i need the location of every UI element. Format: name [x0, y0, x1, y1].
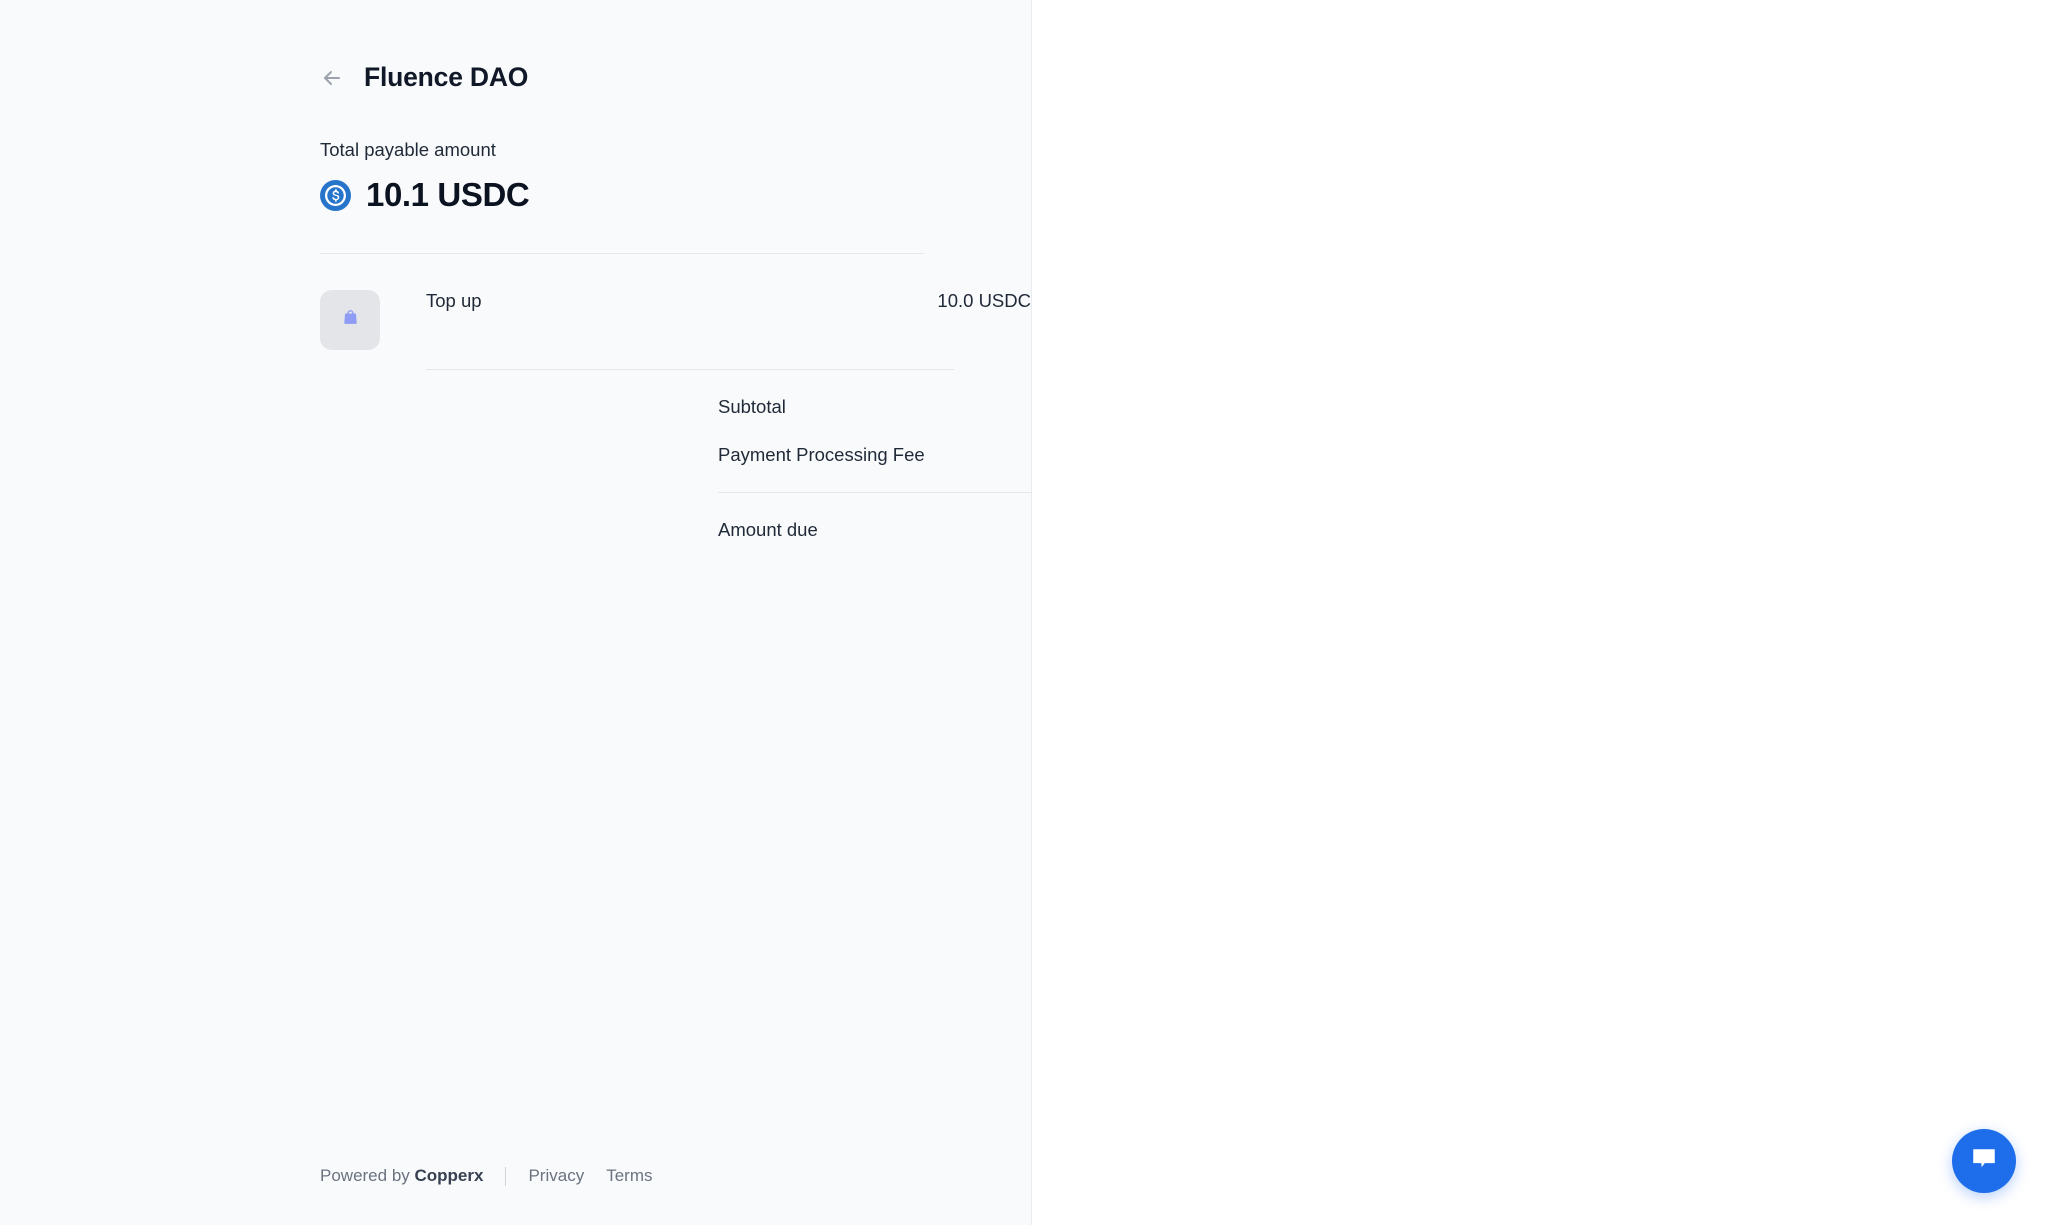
total-amount-value: 10.1 USDC	[366, 176, 529, 214]
usdc-coin-icon	[320, 180, 351, 211]
shopping-bag-icon	[341, 308, 360, 332]
line-item-thumbnail	[320, 290, 380, 350]
order-summary-panel: Fluence DAO Total payable amount 10.1 US…	[0, 0, 1032, 1225]
total-payable-label: Total payable amount	[320, 139, 1031, 161]
merchant-name: Fluence DAO	[364, 62, 528, 93]
amount-due-label: Amount due	[718, 519, 818, 541]
footer-divider	[505, 1167, 506, 1186]
chat-widget-button[interactable]	[1952, 1129, 2016, 1193]
line-item-name: Top up	[426, 290, 482, 312]
summary-label: Payment Processing Fee	[718, 444, 925, 466]
checkout-page: Fluence DAO Total payable amount 10.1 US…	[0, 0, 2048, 1225]
arrow-left-icon[interactable]	[320, 66, 344, 90]
privacy-link[interactable]: Privacy	[528, 1166, 584, 1186]
line-item-price: 10.0 USDC	[937, 290, 1031, 312]
footer: Powered by Copperx Privacy Terms	[320, 1166, 652, 1186]
summary-label: Subtotal	[718, 396, 786, 418]
merchant-header: Fluence DAO	[320, 62, 1031, 93]
chat-bubble-icon	[1969, 1144, 1999, 1179]
copperx-brand: Copperx	[415, 1166, 484, 1185]
terms-link[interactable]: Terms	[606, 1166, 652, 1186]
line-item-divider	[426, 369, 954, 370]
total-payable-amount: 10.1 USDC	[320, 176, 1031, 214]
powered-by: Powered by Copperx	[320, 1166, 483, 1186]
line-item: Top up 10.0 USDC	[320, 254, 1031, 370]
details-form-panel: Fill in the details Pay within 11:45 min…	[1032, 0, 2048, 1225]
